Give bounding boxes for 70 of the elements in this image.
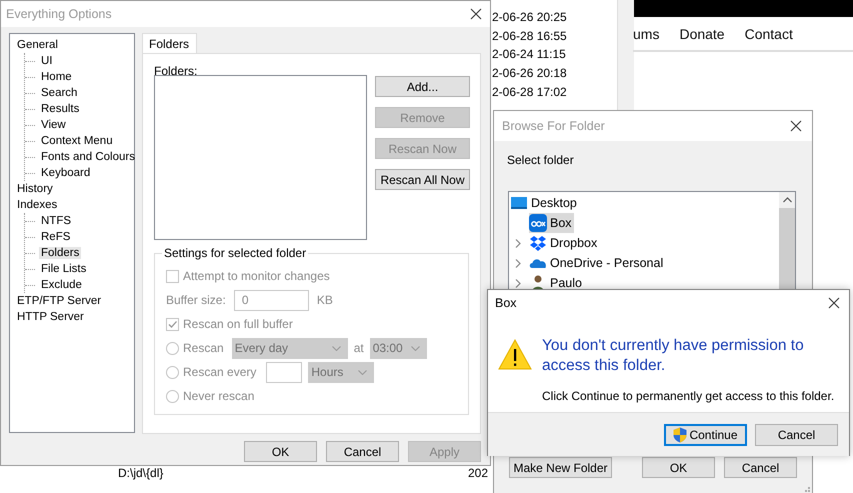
button[interactable]: OK xyxy=(642,457,715,478)
result-date: 202 xyxy=(468,466,488,482)
tree-item[interactable]: ReFS xyxy=(39,231,72,243)
radio-label: Never rescan xyxy=(183,389,254,403)
nav-link[interactable]: ums xyxy=(633,26,660,42)
tree-item[interactable]: File Lists xyxy=(39,263,88,275)
tree-item[interactable]: Keyboard xyxy=(39,167,92,179)
tree-item[interactable]: NTFS xyxy=(39,215,74,227)
tree-item[interactable]: ETP/FTP Server xyxy=(15,295,104,307)
close-button[interactable] xyxy=(828,297,840,309)
dialog-message: Click Continue to permanently get access to this folder. xyxy=(542,389,836,403)
tree-item[interactable]: History xyxy=(15,183,55,195)
button[interactable]: Cancel xyxy=(326,441,399,462)
tree-item[interactable]: Search xyxy=(39,87,80,99)
nav-link[interactable]: Contact xyxy=(744,26,793,42)
tree-item[interactable]: General xyxy=(15,39,60,51)
caret-icon xyxy=(782,197,792,203)
tree-item[interactable]: Dropbox xyxy=(529,233,600,253)
button[interactable]: Cancel xyxy=(724,457,797,478)
monitor-icon xyxy=(510,194,528,212)
button[interactable]: Add... xyxy=(375,76,470,97)
window-title: Browse For Folder xyxy=(502,119,605,133)
tree-item[interactable]: Box xyxy=(529,213,574,233)
tab[interactable]: Folders xyxy=(142,33,198,54)
button[interactable]: Rescan All Now xyxy=(375,169,470,190)
radio-label: Rescan xyxy=(183,341,224,355)
result-date: 2-06-26 20:25 xyxy=(492,9,567,26)
result-path: D:\jd\{dl} xyxy=(118,466,164,482)
unit-label: KB xyxy=(316,293,333,307)
button[interactable]: Cancel xyxy=(755,424,838,446)
tree-item[interactable]: Desktop xyxy=(510,193,579,213)
button[interactable]: Continue xyxy=(664,424,747,446)
checkbox-label: Attempt to monitor changes xyxy=(183,269,330,283)
tree-item[interactable]: UI xyxy=(39,55,54,67)
tree-item[interactable]: View xyxy=(39,119,68,131)
nav-link[interactable]: Donate xyxy=(679,26,725,42)
dialog-heading: You don't currently have permission to access this folder. xyxy=(542,336,805,376)
window-title: Everything Options xyxy=(6,7,112,21)
label: at xyxy=(354,341,364,355)
group-title: Settings for selected folder xyxy=(162,246,308,260)
caret-icon xyxy=(410,346,420,350)
warning-icon xyxy=(498,339,532,370)
result-date: 2-06-26 20:18 xyxy=(492,65,567,82)
close-button[interactable] xyxy=(470,8,482,20)
checkbox-label: Rescan on full buffer xyxy=(183,317,293,331)
field-label: Buffer size: xyxy=(166,293,226,307)
button[interactable]: Make New Folder xyxy=(509,457,612,478)
boxes-icon xyxy=(529,234,547,252)
caret-icon xyxy=(332,346,341,350)
label: Folders: xyxy=(154,64,198,80)
tree-item[interactable]: Home xyxy=(39,71,74,83)
result-date: 2-06-28 16:55 xyxy=(492,28,567,45)
tree-item[interactable]: HTTP Server xyxy=(15,311,86,323)
tree-item[interactable]: OneDrive - Personal xyxy=(529,253,666,273)
result-date: 2-06-28 17:02 xyxy=(492,84,567,101)
prompt-text: Select folder xyxy=(507,153,575,169)
folder-list[interactable] xyxy=(154,75,367,240)
tree-item[interactable]: Results xyxy=(39,103,82,115)
caret-icon xyxy=(358,370,368,374)
result-date: 2-06-24 11:15 xyxy=(492,46,567,64)
tree-item[interactable]: Indexes xyxy=(15,199,60,211)
tree-item[interactable]: Context Menu xyxy=(39,135,115,147)
radio-label: Rescan every xyxy=(183,365,256,379)
tree-item[interactable]: Folders xyxy=(39,247,82,259)
tree-item[interactable]: Fonts and Colours xyxy=(39,151,137,163)
window-title: Box xyxy=(495,296,517,310)
close-button[interactable] xyxy=(790,120,802,132)
app-icon xyxy=(529,214,547,232)
button[interactable]: OK xyxy=(244,441,317,462)
tree-item[interactable]: Exclude xyxy=(39,279,84,291)
